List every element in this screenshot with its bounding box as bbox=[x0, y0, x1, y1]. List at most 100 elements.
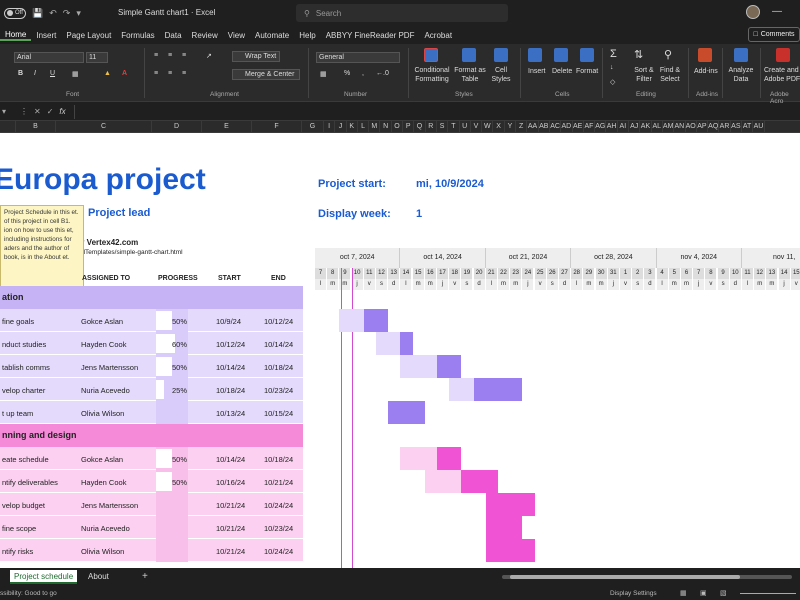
cell-assigned[interactable]: Nuria Acevedo bbox=[81, 524, 130, 533]
column-header-d[interactable]: D bbox=[152, 121, 202, 132]
insert-label[interactable]: Insert bbox=[528, 68, 546, 75]
cell-end[interactable]: 10/15/24 bbox=[264, 409, 293, 418]
column-header-ad[interactable]: AD bbox=[561, 121, 573, 132]
merge-center-button[interactable]: Merge & Center bbox=[232, 69, 300, 80]
column-header-t[interactable]: T bbox=[448, 121, 460, 132]
column-header-b[interactable]: B bbox=[16, 121, 56, 132]
cell-task[interactable]: fine scope bbox=[2, 524, 36, 533]
tab-help[interactable]: Help bbox=[294, 31, 320, 40]
enter-icon[interactable]: ✓ bbox=[47, 107, 54, 116]
autosum-icon[interactable]: Σ bbox=[610, 48, 617, 60]
column-header-aj[interactable]: AJ bbox=[629, 121, 641, 132]
cell-end[interactable]: 10/12/24 bbox=[264, 317, 293, 326]
tab-page-layout[interactable]: Page Layout bbox=[61, 31, 116, 40]
project-start-value[interactable]: mi, 10/9/2024 bbox=[416, 178, 484, 190]
column-header-ap[interactable]: AP bbox=[697, 121, 709, 132]
tab-abbyy-finereader-pdf[interactable]: ABBYY FineReader PDF bbox=[321, 31, 420, 40]
underline-icon[interactable]: U bbox=[50, 70, 55, 77]
table-row[interactable]: tablish comms Jens Martensson 50% 10/14/24 1… bbox=[0, 355, 303, 378]
column-header-n[interactable]: N bbox=[380, 121, 392, 132]
sort-filter-label[interactable]: Sort & Filter bbox=[630, 66, 658, 84]
cell-start[interactable]: 10/21/24 bbox=[216, 501, 245, 510]
formula-input[interactable] bbox=[73, 104, 794, 119]
addins-label[interactable]: Add-ins bbox=[694, 68, 718, 75]
font-name-select[interactable]: Arial bbox=[14, 52, 84, 63]
column-header-aq[interactable]: AQ bbox=[708, 121, 720, 132]
cell-task[interactable]: velop charter bbox=[2, 386, 45, 395]
column-header-z[interactable]: Z bbox=[516, 121, 528, 132]
column-header-am[interactable]: AM bbox=[663, 121, 675, 132]
fill-icon[interactable]: ↓ bbox=[610, 64, 614, 71]
cell-styles-label[interactable]: Cell Styles bbox=[486, 66, 516, 84]
cell-end[interactable]: 10/14/24 bbox=[264, 340, 293, 349]
cell-progress[interactable]: 60% bbox=[172, 340, 187, 349]
align-right-icon[interactable]: ≡ bbox=[182, 70, 186, 77]
sheet-tab-about[interactable]: About bbox=[84, 570, 113, 584]
cell-progress[interactable]: 50% bbox=[172, 317, 187, 326]
addins-icon[interactable] bbox=[698, 48, 712, 62]
tab-automate[interactable]: Automate bbox=[250, 31, 294, 40]
table-row[interactable]: nduct studies Hayden Cook 60% 10/12/24 10/14… bbox=[0, 332, 303, 355]
table-row[interactable]: fine goals Gokce Aslan 50% 10/9/24 10/12/24 bbox=[0, 309, 303, 332]
cell-end[interactable]: 10/23/24 bbox=[264, 386, 293, 395]
cancel-icon[interactable]: ✕ bbox=[34, 107, 41, 116]
tab-acrobat[interactable]: Acrobat bbox=[419, 31, 457, 40]
column-header-w[interactable]: W bbox=[482, 121, 494, 132]
column-header-an[interactable]: AN bbox=[674, 121, 686, 132]
column-header-y[interactable]: Y bbox=[505, 121, 517, 132]
column-header-ag[interactable]: AG bbox=[595, 121, 607, 132]
cell-assigned[interactable]: Olivia Wilson bbox=[81, 409, 124, 418]
column-header-o[interactable]: O bbox=[392, 121, 404, 132]
cell-assigned[interactable]: Hayden Cook bbox=[81, 478, 126, 487]
column-header-u[interactable]: U bbox=[460, 121, 471, 132]
fill-color-icon[interactable]: ▲ bbox=[104, 70, 111, 77]
cell-assigned[interactable]: Hayden Cook bbox=[81, 340, 126, 349]
table-row[interactable]: velop budget Jens Martensson 10/21/24 10/24… bbox=[0, 493, 303, 516]
column-header-x[interactable]: X bbox=[493, 121, 505, 132]
format-table-label[interactable]: Format as Table bbox=[452, 66, 488, 84]
cell-task[interactable]: nduct studies bbox=[2, 340, 46, 349]
cell-assigned[interactable]: Olivia Wilson bbox=[81, 547, 124, 556]
column-header-m[interactable]: M bbox=[369, 121, 381, 132]
column-header-ar[interactable]: AR bbox=[719, 121, 731, 132]
select-all-corner[interactable] bbox=[0, 121, 16, 132]
font-color-icon[interactable]: A bbox=[122, 70, 127, 77]
orientation-icon[interactable]: ↗ bbox=[206, 52, 212, 60]
save-icon[interactable]: 💾 bbox=[32, 8, 43, 19]
accessibility-status[interactable]: ssibility: Good to go bbox=[0, 590, 57, 597]
align-bottom-icon[interactable]: ≡ bbox=[182, 52, 186, 59]
cell-task[interactable]: velop budget bbox=[2, 501, 45, 510]
borders-icon[interactable]: ▦ bbox=[72, 70, 79, 78]
cell-start[interactable]: 10/12/24 bbox=[216, 340, 245, 349]
column-header-l[interactable]: L bbox=[358, 121, 370, 132]
create-pdf-label[interactable]: Create and Adobe PDF bbox=[764, 66, 800, 84]
cell-task[interactable]: ntify deliverables bbox=[2, 478, 58, 487]
table-row[interactable]: ntify risks Olivia Wilson 10/21/24 10/24/24 bbox=[0, 539, 303, 562]
normal-view-icon[interactable]: ▦ bbox=[680, 589, 687, 597]
column-header-af[interactable]: AF bbox=[584, 121, 596, 132]
column-header-ae[interactable]: AE bbox=[573, 121, 584, 132]
sheet-tab-project-schedule[interactable]: Project schedule bbox=[10, 570, 78, 584]
horizontal-scrollbar[interactable] bbox=[502, 575, 792, 579]
column-header-au[interactable]: AU bbox=[753, 121, 765, 132]
column-header-j[interactable]: J bbox=[335, 121, 347, 132]
display-week-value[interactable]: 1 bbox=[416, 208, 422, 220]
phase-header[interactable]: nning and design bbox=[0, 424, 303, 447]
scrollbar-thumb[interactable] bbox=[510, 575, 740, 579]
progress-cell[interactable] bbox=[156, 493, 188, 516]
zoom-slider[interactable] bbox=[740, 593, 796, 594]
cell-assigned[interactable]: Gokce Aslan bbox=[81, 455, 123, 464]
search-box[interactable]: ⚲ Search bbox=[296, 4, 508, 22]
create-pdf-icon[interactable] bbox=[776, 48, 790, 62]
conditional-formatting-icon[interactable] bbox=[424, 48, 438, 62]
accounting-icon[interactable]: ▦ bbox=[320, 70, 327, 78]
conditional-formatting-label[interactable]: Conditional Formatting bbox=[412, 66, 452, 84]
cell-start[interactable]: 10/9/24 bbox=[216, 317, 241, 326]
find-select-icon[interactable]: ⚲ bbox=[664, 48, 672, 61]
column-header-as[interactable]: AS bbox=[731, 121, 742, 132]
tab-data[interactable]: Data bbox=[160, 31, 187, 40]
cell-progress[interactable]: 50% bbox=[172, 478, 187, 487]
column-header-k[interactable]: K bbox=[347, 121, 358, 132]
insert-cells-icon[interactable] bbox=[528, 48, 542, 62]
name-box-dropdown-icon[interactable]: ▾ bbox=[2, 107, 6, 116]
